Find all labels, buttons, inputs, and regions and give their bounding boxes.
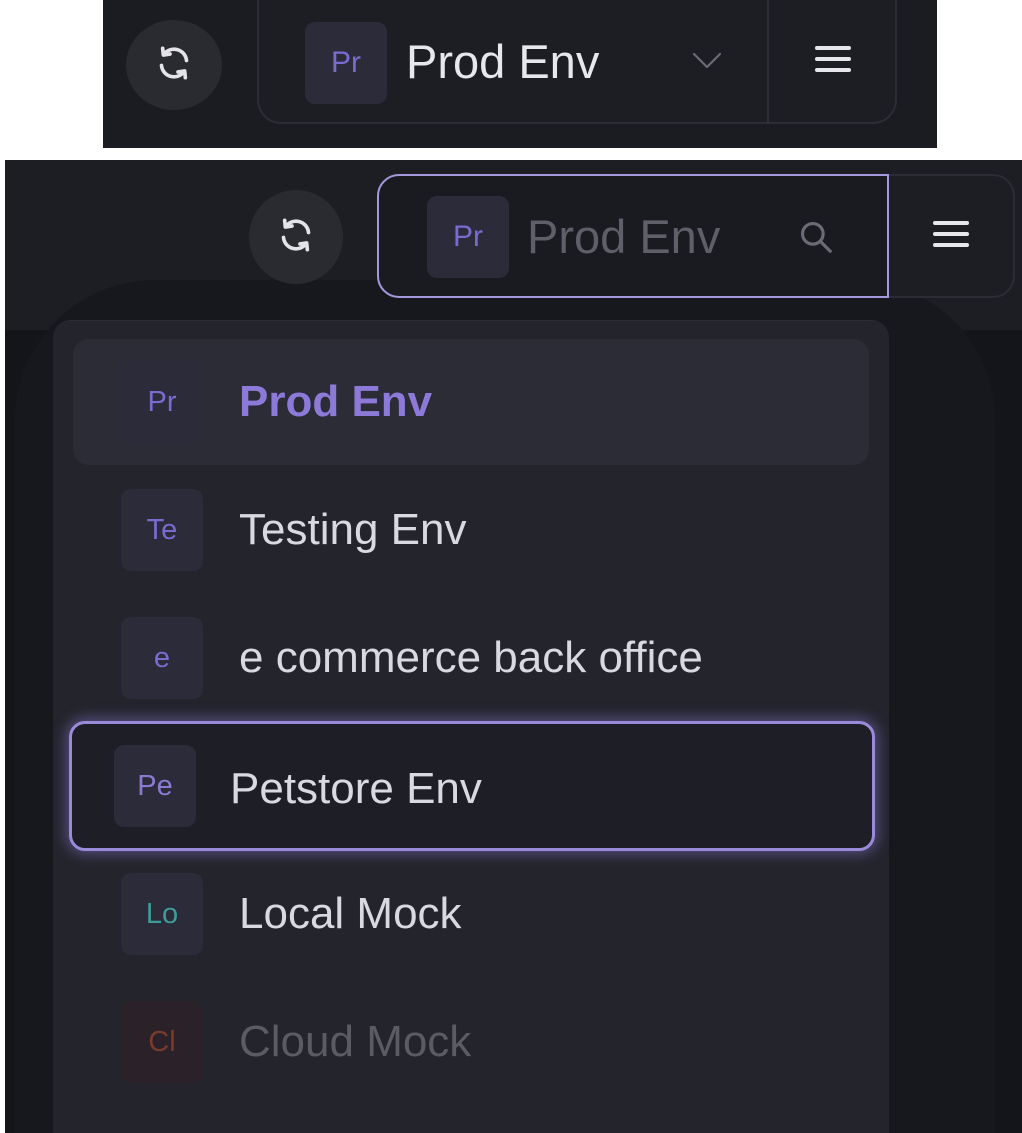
env-badge: Pr (305, 22, 387, 104)
env-option-label: Petstore Env (230, 764, 482, 813)
env-switcher-open: Pr Pr Prod Env (5, 160, 1022, 1133)
env-option-testing[interactable]: Te Testing Env (73, 467, 869, 593)
env-badge: e (121, 617, 203, 699)
hamburger-menu-icon (931, 218, 971, 255)
refresh-icon (276, 215, 316, 260)
menu-button[interactable] (771, 0, 895, 122)
env-search-field[interactable]: Pr (377, 174, 889, 298)
env-dropdown-list: Pr Prod Env Te Testing Env e e commerce … (53, 320, 889, 1133)
hamburger-menu-icon (813, 43, 853, 80)
search-icon (797, 218, 835, 261)
env-option-label: Testing Env (239, 505, 467, 554)
page: Pr Prod Env Pr Prod Env Pr Prod Env Te T… (0, 0, 1022, 1133)
divider (767, 0, 769, 124)
refresh-button[interactable] (249, 190, 343, 284)
selected-env-name: Prod Env (406, 35, 600, 88)
menu-button[interactable] (889, 174, 1015, 298)
env-option-cloud-mock[interactable]: Cl Cloud Mock (73, 979, 869, 1105)
env-option-local-mock[interactable]: Lo Local Mock (73, 851, 869, 977)
env-badge: Te (121, 489, 203, 571)
env-badge: Pe (114, 745, 196, 827)
env-badge: Pr (121, 361, 203, 443)
env-selector[interactable]: Pr Prod Env (257, 0, 897, 124)
env-option-label: e commerce back office (239, 633, 703, 682)
env-search-input[interactable] (527, 206, 787, 266)
env-badge: Pr (427, 196, 509, 278)
chevron-down-icon[interactable] (692, 52, 722, 75)
env-option-label: Local Mock (239, 889, 462, 938)
env-option-ecommerce[interactable]: e e commerce back office (73, 595, 869, 721)
env-switcher-closed: Pr Prod Env (103, 0, 937, 148)
refresh-icon (154, 43, 194, 88)
env-option-prod[interactable]: Pr Prod Env (73, 339, 869, 465)
env-option-label: Prod Env (239, 377, 433, 426)
env-option-petstore[interactable]: Pe Petstore Env (69, 721, 875, 851)
env-badge: Lo (121, 873, 203, 955)
refresh-button[interactable] (126, 20, 222, 110)
env-badge: Cl (121, 1001, 203, 1083)
env-option-label: Cloud Mock (239, 1017, 472, 1066)
